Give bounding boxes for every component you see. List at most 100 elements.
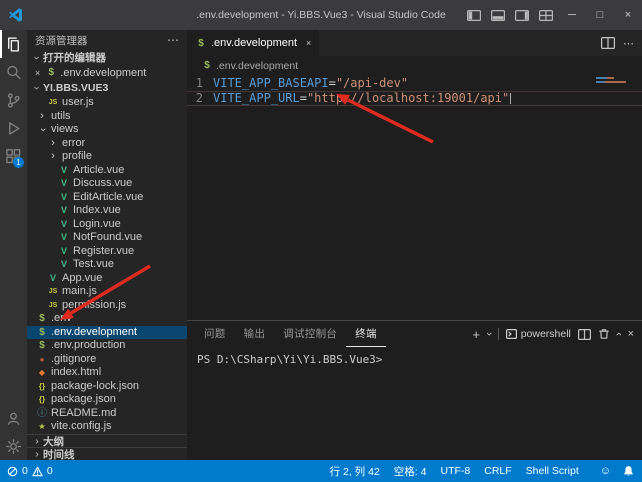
env-value: "/api-dev" — [336, 76, 408, 91]
outline-section-header[interactable]: › 大纲 — [27, 434, 187, 447]
tree-item[interactable]: V EditArticle.vue — [27, 191, 187, 205]
new-terminal-icon[interactable]: + — [472, 327, 480, 342]
tree-item[interactable]: › error — [27, 137, 187, 151]
status-bar-right: 行 2, 列 42 空格: 4 UTF-8 CRLF Shell Script — [323, 464, 586, 479]
tree-item[interactable]: {} package.json — [27, 393, 187, 407]
tree-item[interactable]: V Login.vue — [27, 218, 187, 232]
status-segment[interactable]: Shell Script — [526, 465, 579, 477]
tree-item[interactable]: › profile — [27, 150, 187, 164]
extensions-badge: 1 — [13, 157, 24, 168]
tree-item[interactable]: V App.vue — [27, 272, 187, 286]
open-editor-item[interactable]: × $ .env.development — [27, 65, 187, 80]
close-button[interactable]: × — [614, 0, 642, 30]
panel-tab[interactable]: 调试控制台 — [274, 321, 346, 347]
files-icon — [5, 36, 22, 53]
tree-item[interactable]: V Register.vue — [27, 245, 187, 259]
tree-item[interactable]: {} package-lock.json — [27, 380, 187, 394]
status-segment[interactable]: 空格: 4 — [394, 464, 427, 479]
project-section-header[interactable]: › YI.BBS.VUE3 — [27, 80, 187, 96]
breadcrumb[interactable]: $ .env.development — [187, 56, 642, 75]
customize-layout-icon[interactable] — [534, 0, 558, 30]
titlebar: .env.development - Yi.BBS.Vue3 - Visual … — [0, 0, 642, 30]
file-icon: ● — [36, 353, 48, 367]
file-name: package-lock.json — [51, 380, 139, 394]
tab-env-development[interactable]: $ .env.development × — [187, 30, 320, 56]
minimap[interactable] — [596, 77, 640, 85]
tree-item[interactable]: $ .env.development — [27, 326, 187, 340]
tree-item[interactable]: ● .gitignore — [27, 353, 187, 367]
timeline-section-header[interactable]: › 时间线 — [27, 447, 187, 460]
tree-item[interactable]: › utils — [27, 110, 187, 124]
file-icon: JS — [47, 299, 59, 313]
status-segment-label: UTF-8 — [440, 465, 470, 477]
sidebar-title: 资源管理器 — [35, 33, 88, 48]
account-button[interactable] — [0, 404, 27, 432]
close-icon[interactable]: × — [35, 68, 40, 78]
status-segment-label: 空格: 4 — [394, 466, 427, 478]
feedback-smiley-icon[interactable]: ☺ — [600, 465, 611, 477]
run-debug-activity-button[interactable] — [0, 114, 27, 142]
shell-picker[interactable]: powershell — [506, 328, 571, 340]
tree-item[interactable]: V NotFound.vue — [27, 231, 187, 245]
tab-close-icon[interactable]: × — [306, 38, 311, 48]
tree-item[interactable]: JS permission.js — [27, 299, 187, 313]
warnings-icon — [32, 466, 43, 477]
code-line: 1VITE_APP_BASEAPI="/api-dev" — [187, 76, 642, 91]
code-editor[interactable]: 1VITE_APP_BASEAPI="/api-dev" 2VITE_APP_U… — [187, 75, 642, 320]
panel-tab[interactable]: 输出 — [235, 321, 275, 347]
split-editor-icon[interactable] — [601, 37, 615, 49]
panel-tab-label: 输出 — [244, 326, 266, 341]
toggle-sidebar-icon[interactable] — [462, 0, 486, 30]
status-segment-label: CRLF — [484, 465, 511, 477]
panel-tab[interactable]: 问题 — [195, 321, 235, 347]
activity-bar: 1 — [0, 30, 27, 460]
tree-item[interactable]: V Discuss.vue — [27, 177, 187, 191]
file-name: Discuss.vue — [73, 177, 132, 191]
tree-item[interactable]: V Test.vue — [27, 258, 187, 272]
editor-tab-bar: $ .env.development × ⋯ — [187, 30, 642, 56]
maximize-button[interactable]: □ — [586, 0, 614, 30]
split-terminal-icon[interactable] — [578, 329, 591, 340]
source-control-activity-button[interactable] — [0, 86, 27, 114]
tree-item[interactable]: $ .env.production — [27, 339, 187, 353]
tree-item[interactable]: JS main.js — [27, 285, 187, 299]
status-segment[interactable]: 行 2, 列 42 — [330, 464, 380, 479]
sidebar-more-actions-icon[interactable]: ⋯ — [167, 33, 179, 47]
tree-item[interactable]: V Article.vue — [27, 164, 187, 178]
toggle-panel-icon[interactable] — [486, 0, 510, 30]
tree-item[interactable]: ⓘ README.md — [27, 407, 187, 421]
file-icon: V — [58, 218, 70, 232]
extensions-activity-button[interactable]: 1 — [0, 142, 27, 170]
titlebar-controls: ─ □ × — [462, 0, 642, 30]
file-name: EditArticle.vue — [73, 191, 143, 205]
panel-tab-label: 调试控制台 — [283, 326, 337, 341]
file-name: App.vue — [62, 272, 102, 286]
chevron-right-icon: › — [31, 448, 43, 460]
notifications-bell-icon[interactable] — [623, 465, 634, 477]
tree-item[interactable]: ★ vite.config.js — [27, 420, 187, 434]
explorer-activity-button[interactable] — [0, 30, 27, 58]
maximize-panel-icon[interactable]: › — [613, 332, 625, 336]
kill-terminal-icon[interactable] — [598, 328, 610, 340]
file-name: .gitignore — [51, 353, 96, 367]
tree-item[interactable]: JS user.js — [27, 96, 187, 110]
terminal-dropdown-icon[interactable]: › — [483, 332, 495, 336]
close-panel-icon[interactable]: × — [628, 328, 634, 340]
status-segment[interactable]: CRLF — [484, 465, 511, 477]
file-name: .env.development — [51, 326, 137, 340]
problems-status[interactable]: 0 0 — [7, 465, 53, 477]
line-number: 2 — [187, 92, 213, 105]
panel-tab[interactable]: 终端 — [346, 321, 386, 347]
tree-item[interactable]: › views — [27, 123, 187, 137]
tree-item[interactable]: $ .env — [27, 312, 187, 326]
terminal-output[interactable]: PS D:\CSharp\Yi\Yi.BBS.Vue3> — [187, 347, 642, 460]
search-activity-button[interactable] — [0, 58, 27, 86]
tree-item[interactable]: V Index.vue — [27, 204, 187, 218]
settings-button[interactable] — [0, 432, 27, 460]
toggle-secondary-sidebar-icon[interactable] — [510, 0, 534, 30]
tree-item[interactable]: ◆ index.html — [27, 366, 187, 380]
open-editors-section-header[interactable]: › 打开的编辑器 — [27, 50, 187, 65]
status-segment[interactable]: UTF-8 — [440, 465, 470, 477]
more-actions-icon[interactable]: ⋯ — [623, 37, 634, 50]
minimize-button[interactable]: ─ — [558, 0, 586, 30]
